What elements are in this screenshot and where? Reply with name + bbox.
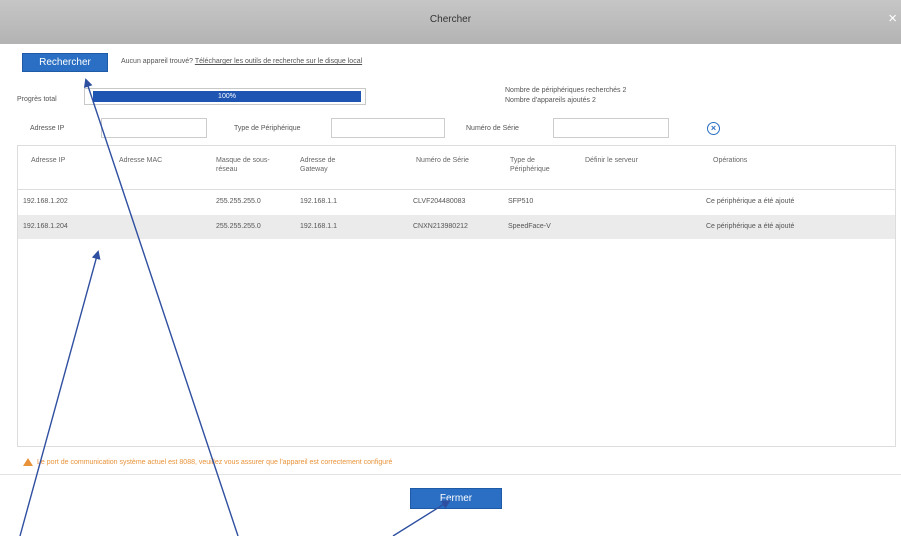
arrow-to-close-button	[392, 499, 451, 536]
arrow-to-device-row	[19, 250, 101, 536]
annotation-arrows	[19, 78, 451, 536]
arrow-to-search-button	[83, 78, 239, 536]
